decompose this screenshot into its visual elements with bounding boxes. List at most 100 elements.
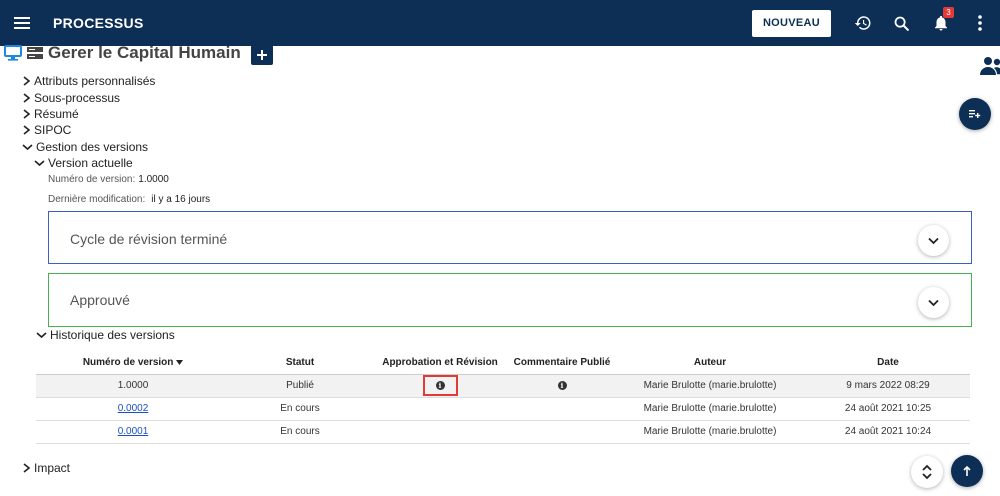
cell-version: 0.0002 — [36, 397, 230, 421]
cell-comment — [510, 420, 614, 444]
column-header-author[interactable]: Auteur — [614, 352, 806, 375]
menu-button[interactable] — [0, 0, 44, 46]
process-tree: Attributs personnalisés Sous-processus R… — [22, 73, 155, 171]
plus-icon — [256, 50, 267, 60]
version-link[interactable]: 0.0001 — [118, 426, 149, 437]
chevron-down-icon — [928, 299, 939, 306]
tree-item-current-version[interactable]: Version actuelle — [34, 155, 155, 171]
notification-badge: 3 — [943, 7, 954, 18]
chevron-down-icon — [36, 332, 47, 339]
page-title: Gerer le Capital Humain — [48, 43, 241, 62]
cell-approval — [370, 397, 510, 421]
table-row: 0.0001 En cours Marie Brulotte (marie.br… — [36, 420, 970, 444]
review-cycle-label: Cycle de révision terminé — [70, 231, 228, 247]
unfold-icon — [922, 464, 932, 480]
cell-author: Marie Brulotte (marie.brulotte) — [614, 397, 806, 421]
version-history-toggle[interactable]: Historique des versions — [36, 328, 175, 342]
review-cycle-expand-button[interactable] — [918, 225, 949, 256]
cell-status: En cours — [230, 420, 370, 444]
cell-date: 24 août 2021 10:24 — [806, 420, 970, 444]
top-app-bar: PROCESSUS NOUVEAU 3 — [0, 0, 1000, 46]
tree-item-summary[interactable]: Résumé — [22, 106, 155, 122]
column-header-status[interactable]: Statut — [230, 352, 370, 375]
tree-item-impact[interactable]: Impact — [22, 461, 70, 475]
column-header-date[interactable]: Date — [806, 352, 970, 375]
tree-item-label: SIPOC — [34, 123, 72, 138]
cell-status: Publié — [230, 374, 370, 398]
last-modified-value: il y a 16 jours — [151, 194, 211, 205]
scroll-top-button[interactable] — [951, 455, 983, 487]
users-icon[interactable] — [980, 55, 1000, 77]
tree-item-sipoc[interactable]: SIPOC — [22, 122, 155, 138]
cell-version: 1.0000 — [36, 374, 230, 398]
info-icon: i — [435, 381, 445, 390]
tree-item-version-management[interactable]: Gestion des versions — [22, 139, 155, 155]
version-number: Numéro de version: 1.0000 — [48, 174, 169, 185]
approved-label: Approuvé — [70, 292, 130, 308]
sort-desc-icon — [176, 360, 184, 366]
search-icon — [894, 16, 909, 31]
column-header-comment[interactable]: Commentaire Publié — [510, 352, 614, 375]
playlist-add-button[interactable] — [959, 98, 991, 130]
cell-approval — [370, 420, 510, 444]
more-options-button[interactable] — [960, 0, 1000, 46]
approved-expand-button[interactable] — [918, 287, 949, 318]
search-button[interactable] — [882, 0, 921, 46]
cell-date: 9 mars 2022 08:29 — [806, 374, 970, 398]
page-header: Gerer le Capital Humain — [4, 42, 273, 65]
cell-author: Marie Brulotte (marie.brulotte) — [614, 420, 806, 444]
chevron-right-icon — [23, 463, 31, 473]
last-modified: Dernière modification: il y a 16 jours — [48, 194, 210, 205]
tree-item-label: Gestion des versions — [36, 139, 149, 154]
new-button[interactable]: NOUVEAU — [752, 9, 831, 37]
version-history-label: Historique des versions — [50, 328, 175, 342]
column-header-approval[interactable]: Approbation et Révision — [370, 352, 510, 375]
version-link[interactable]: 0.0002 — [118, 403, 149, 414]
hamburger-menu-icon — [14, 17, 30, 29]
table-row: 0.0002 En cours Marie Brulotte (marie.br… — [36, 397, 970, 421]
tree-item-label: Version actuelle — [48, 156, 133, 171]
cell-status: En cours — [230, 397, 370, 421]
approval-info-button[interactable]: i — [422, 375, 458, 396]
tree-item-label: Impact — [34, 461, 71, 475]
chevron-right-icon — [23, 92, 31, 103]
last-modified-label: Dernière modification: — [48, 194, 146, 205]
monitor-icon — [4, 45, 22, 61]
cell-comment — [510, 397, 614, 421]
chevron-down-icon — [928, 237, 939, 244]
column-header-version[interactable]: Numéro de version — [36, 352, 230, 375]
expand-collapse-button[interactable] — [911, 456, 943, 488]
cell-version: 0.0001 — [36, 420, 230, 444]
info-icon[interactable]: i — [557, 381, 567, 390]
cell-date: 24 août 2021 10:25 — [806, 397, 970, 421]
server-icon — [27, 47, 43, 59]
chevron-down-icon — [22, 144, 33, 150]
arrow-up-icon — [963, 465, 971, 476]
history-button[interactable] — [843, 0, 882, 46]
version-history-table: Numéro de version Statut Approbation et … — [36, 352, 970, 444]
tree-item-sub-processes[interactable]: Sous-processus — [22, 89, 155, 105]
app-title: PROCESSUS — [53, 15, 144, 31]
history-icon — [854, 16, 870, 30]
version-number-value: 1.0000 — [138, 174, 169, 185]
chevron-down-icon — [34, 160, 45, 167]
chevron-right-icon — [23, 109, 31, 119]
review-cycle-panel[interactable]: Cycle de révision terminé — [48, 211, 972, 264]
tree-item-label: Sous-processus — [34, 90, 121, 105]
cell-author: Marie Brulotte (marie.brulotte) — [614, 374, 806, 398]
table-header-row: Numéro de version Statut Approbation et … — [36, 352, 970, 375]
add-button[interactable] — [250, 45, 273, 65]
table-row: 1.0000 Publié i i Marie Brulotte (marie.… — [36, 374, 970, 398]
tree-item-label: Résumé — [34, 106, 79, 121]
tree-item-label: Attributs personnalisés — [34, 74, 156, 89]
cell-approval: i — [370, 374, 510, 398]
notifications-button[interactable]: 3 — [921, 0, 960, 46]
vertical-dots-icon — [978, 15, 982, 31]
approved-panel[interactable]: Approuvé — [48, 273, 972, 327]
cell-comment: i — [510, 374, 614, 398]
version-number-label: Numéro de version: — [48, 174, 136, 185]
playlist-add-icon — [969, 110, 981, 118]
chevron-right-icon — [23, 125, 31, 135]
tree-item-custom-attributes[interactable]: Attributs personnalisés — [22, 73, 155, 89]
chevron-right-icon — [23, 76, 31, 86]
